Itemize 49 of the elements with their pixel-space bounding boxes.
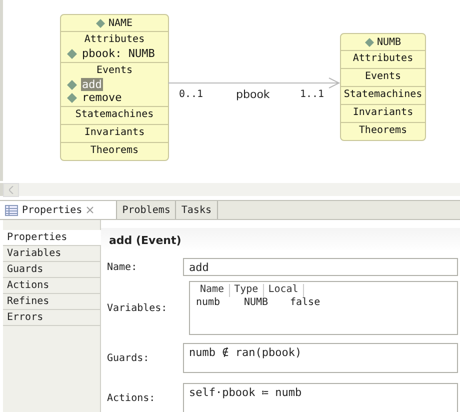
section-title: Statemachines (74, 108, 155, 122)
variables-table[interactable]: Name Type Local numb NUMB false (189, 281, 458, 335)
section-title: Theorems (89, 144, 140, 158)
view-tab[interactable]: Problems (117, 201, 176, 219)
section-title: Theorems (358, 124, 408, 138)
multiplicity-label: 1..1 (300, 89, 324, 100)
side-tab[interactable]: Errors (3, 310, 100, 326)
side-tab[interactable]: Properties (3, 230, 101, 246)
side-tab[interactable]: Variables (3, 246, 100, 262)
side-tab[interactable]: Guards (3, 262, 100, 278)
actions-field[interactable]: self·pbook ≔ numb (183, 383, 458, 412)
class-name: NAME (108, 18, 133, 28)
section-title: Events (95, 64, 134, 78)
section-title: Invariants (352, 106, 414, 120)
member-label[interactable]: add (81, 78, 103, 91)
multiplicity-label: 0..1 (179, 89, 204, 100)
diamond-icon (96, 18, 106, 28)
column-header[interactable]: Local (264, 284, 304, 297)
column-header[interactable]: Name (196, 284, 230, 297)
association-label: pbook (236, 88, 270, 101)
column-header[interactable]: Type (230, 284, 264, 297)
section-title: Attributes (83, 33, 146, 47)
close-icon[interactable] (86, 206, 94, 214)
member-label[interactable]: remove (81, 91, 123, 104)
field-label: Name: (107, 262, 138, 272)
side-tab[interactable]: Actions (3, 278, 100, 294)
view-tab[interactable]: Tasks (176, 201, 218, 219)
name-field[interactable]: add (183, 258, 458, 276)
field-label: Variables: (107, 302, 168, 314)
class-node[interactable]: NUMB Attributes Events Statemachines Invariants Theorems (340, 33, 426, 141)
field-label: Guards: (107, 352, 150, 364)
table-cell-text: NUMB (243, 297, 270, 308)
table-cell-text: numb (195, 297, 222, 308)
member-label[interactable]: pbook: NUMB (81, 47, 156, 60)
class-node[interactable]: NAME Attributes pbook: NUMB Events add remove Statemachines Invariants Theorems (60, 14, 169, 161)
view-tab[interactable]: Properties (0, 201, 118, 219)
horizontal-scrollbar[interactable] (0, 183, 460, 196)
table-cell-text: false (289, 297, 322, 308)
diamond-icon (364, 38, 374, 46)
section-title: Attributes (352, 52, 414, 66)
guards-field[interactable]: numb ∉ ran(pbook) (183, 343, 458, 373)
section-title: Events (364, 70, 402, 84)
side-tab[interactable]: Refines (3, 294, 100, 310)
section-title: Statemachines (342, 88, 424, 102)
field-label: Actions: (107, 392, 156, 404)
class-name: NUMB (376, 36, 402, 48)
table-icon (5, 204, 18, 216)
section-title: Invariants (83, 126, 146, 140)
diamond-icon (67, 48, 77, 58)
